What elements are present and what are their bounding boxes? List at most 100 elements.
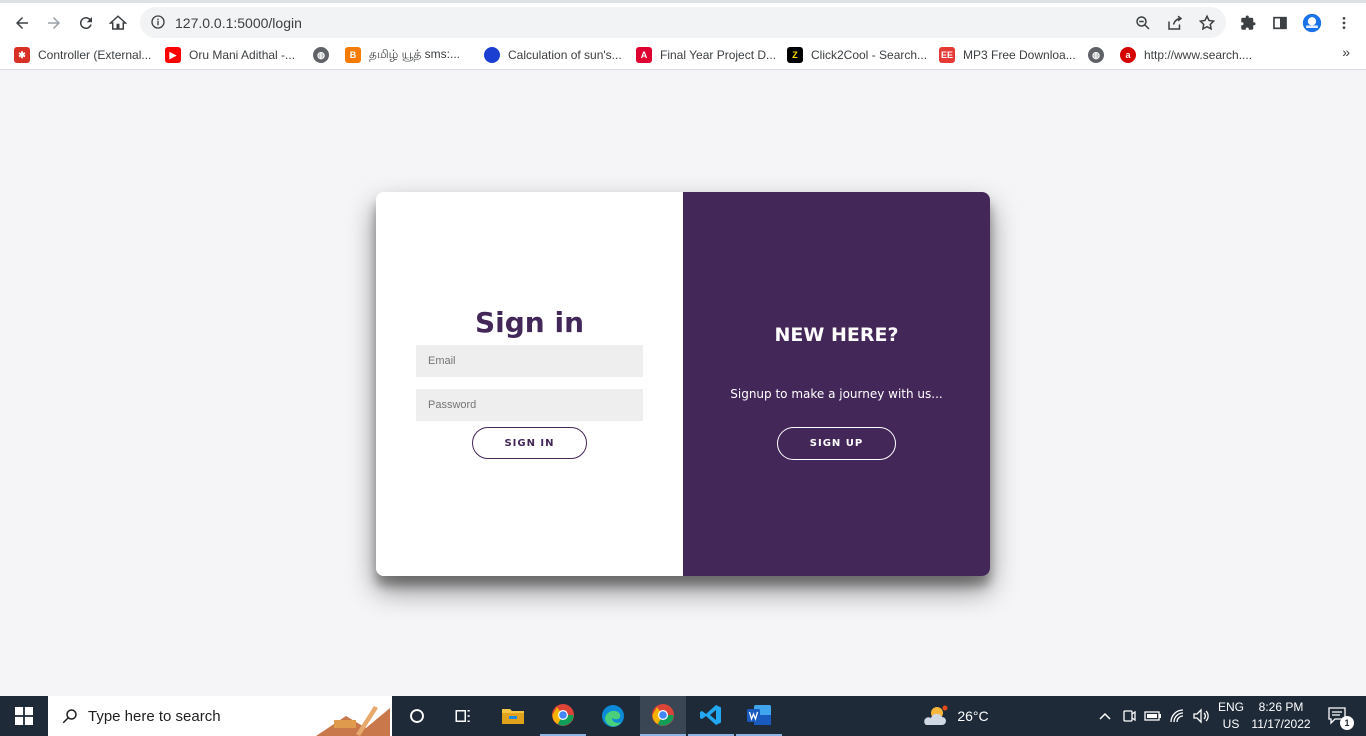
ask-icon: a — [1120, 47, 1136, 63]
region-code: US — [1222, 717, 1240, 731]
sign-up-panel: NEW HERE? Signup to make a journey with … — [683, 192, 990, 576]
bookmark-label: http://www.search.... — [1144, 48, 1253, 62]
battery-tray-button[interactable] — [1142, 696, 1164, 736]
sign-up-button[interactable]: SIGN UP — [777, 427, 896, 460]
blogger-icon: B — [345, 47, 361, 63]
bookmark-globe-1[interactable]: ◍ — [313, 44, 329, 66]
click2cool-icon: Z — [787, 47, 803, 63]
folder-icon — [502, 709, 524, 724]
address-bar[interactable]: 127.0.0.1:5000/login — [140, 7, 1226, 38]
side-panel-button[interactable] — [1270, 13, 1290, 33]
taskbar-chrome-active[interactable] — [640, 696, 686, 736]
taskbar-file-explorer[interactable] — [490, 696, 536, 736]
task-view-button[interactable] — [440, 696, 486, 736]
network-tray-button[interactable] — [1166, 696, 1190, 736]
bookmark-label: Controller (External... — [38, 48, 152, 62]
bookmarks-bar: ✱ Controller (External... ▶ Oru Mani Adi… — [0, 40, 1366, 70]
bookmark-controller[interactable]: ✱ Controller (External... — [14, 44, 151, 66]
volume-tray-button[interactable] — [1190, 696, 1212, 736]
bookmark-mp3[interactable]: EE MP3 Free Downloa... — [939, 44, 1076, 66]
wifi-icon — [1170, 709, 1184, 723]
clock-time: 8:26 PM — [1258, 700, 1304, 714]
arrow-right-icon — [48, 17, 60, 29]
weather-widget[interactable]: 26°C — [920, 696, 992, 736]
puzzle-icon — [1241, 15, 1256, 30]
bookmark-label: தமிழ் யூத் sms:... — [369, 47, 460, 61]
youtube-icon: ▶ — [165, 47, 181, 63]
notification-badge: 1 — [1340, 716, 1354, 730]
arrow-left-icon — [16, 17, 28, 29]
taskbar-word[interactable] — [736, 696, 782, 736]
kebab-menu-icon — [1342, 17, 1346, 29]
email-field[interactable] — [416, 345, 643, 377]
mp3-icon: EE — [939, 47, 955, 63]
star-icon[interactable] — [1198, 14, 1216, 32]
globe-icon: ◍ — [313, 47, 329, 63]
share-icon[interactable] — [1166, 14, 1184, 32]
taskbar-chrome-1[interactable] — [540, 696, 586, 736]
back-button[interactable] — [8, 9, 36, 37]
forward-button[interactable] — [40, 9, 68, 37]
extensions-button[interactable] — [1238, 13, 1258, 33]
task-view-icon — [455, 710, 470, 722]
profile-avatar-icon — [1302, 13, 1322, 33]
language-indicator[interactable]: ENG US — [1216, 700, 1246, 731]
taskbar: Type here to search 26°C ENG US 8:26 PM … — [0, 696, 1366, 736]
bookmark-globe-2[interactable]: ◍ — [1088, 44, 1104, 66]
show-hidden-icons-button[interactable] — [1096, 696, 1114, 736]
browser-toolbar: 127.0.0.1:5000/login — [0, 0, 1366, 40]
pie-icon — [484, 47, 500, 63]
battery-icon — [1144, 711, 1161, 721]
weather-temperature: 26°C — [957, 708, 989, 724]
bookmark-click2cool[interactable]: Z Click2Cool - Search... — [787, 44, 927, 66]
search-placeholder: Type here to search — [88, 708, 221, 725]
chrome-icon — [652, 704, 674, 726]
meet-now-tray-button[interactable] — [1118, 696, 1140, 736]
menu-button[interactable] — [1334, 13, 1354, 33]
bookmark-label: Final Year Project D... — [660, 48, 777, 62]
bookmark-label: Click2Cool - Search... — [811, 48, 928, 62]
search-highlight-illustration-icon — [316, 706, 390, 736]
speaker-icon — [1193, 708, 1209, 724]
zoom-icon[interactable] — [1134, 14, 1152, 32]
bookmark-search[interactable]: a http://www.search.... — [1120, 44, 1252, 66]
bookmark-tamil-youth[interactable]: B தமிழ் யூத் sms:... — [345, 44, 460, 66]
login-card: Sign in SIGN IN NEW HERE? Signup to make… — [376, 192, 990, 576]
bookmark-calculation[interactable]: Calculation of sun's... — [484, 44, 622, 66]
url-text: 127.0.0.1:5000/login — [175, 15, 302, 31]
bookmark-label: MP3 Free Downloa... — [963, 48, 1076, 62]
language-code: ENG — [1217, 700, 1244, 714]
vscode-icon — [700, 705, 721, 725]
taskbar-search[interactable]: Type here to search — [48, 696, 392, 736]
start-button[interactable] — [0, 696, 48, 736]
profile-button[interactable] — [1302, 13, 1322, 33]
sign-in-panel: Sign in SIGN IN — [376, 192, 683, 576]
chevron-up-icon — [1099, 712, 1111, 720]
windows-logo-icon — [15, 707, 33, 725]
globe-icon: ◍ — [1088, 47, 1104, 63]
notification-center-button[interactable]: 1 — [1318, 696, 1358, 736]
search-icon — [62, 709, 77, 724]
password-field[interactable] — [416, 389, 643, 421]
red-bug-icon: ✱ — [14, 47, 30, 63]
taskbar-vscode[interactable] — [688, 696, 734, 736]
info-icon — [151, 15, 165, 29]
cortana-button[interactable] — [394, 696, 440, 736]
side-panel-icon — [1273, 16, 1287, 30]
bookmark-final-year[interactable]: A Final Year Project D... — [636, 44, 776, 66]
sign-up-text: Signup to make a journey with us... — [730, 387, 943, 401]
camera-icon — [1123, 710, 1136, 722]
taskbar-edge[interactable] — [590, 696, 636, 736]
bookmark-oru-mani[interactable]: ▶ Oru Mani Adithal -... — [165, 44, 295, 66]
bookmarks-overflow-button[interactable]: » — [1342, 44, 1350, 60]
reload-icon — [79, 17, 92, 30]
home-button[interactable] — [104, 9, 132, 37]
home-icon — [109, 15, 127, 30]
clock[interactable]: 8:26 PM 11/17/2022 — [1248, 700, 1314, 731]
sign-in-button[interactable]: SIGN IN — [472, 427, 587, 459]
angular-icon: A — [636, 47, 652, 63]
reload-button[interactable] — [72, 9, 100, 37]
sign-in-title: Sign in — [474, 306, 585, 339]
chrome-icon — [552, 704, 574, 726]
bookmark-label: Oru Mani Adithal -... — [189, 48, 296, 62]
